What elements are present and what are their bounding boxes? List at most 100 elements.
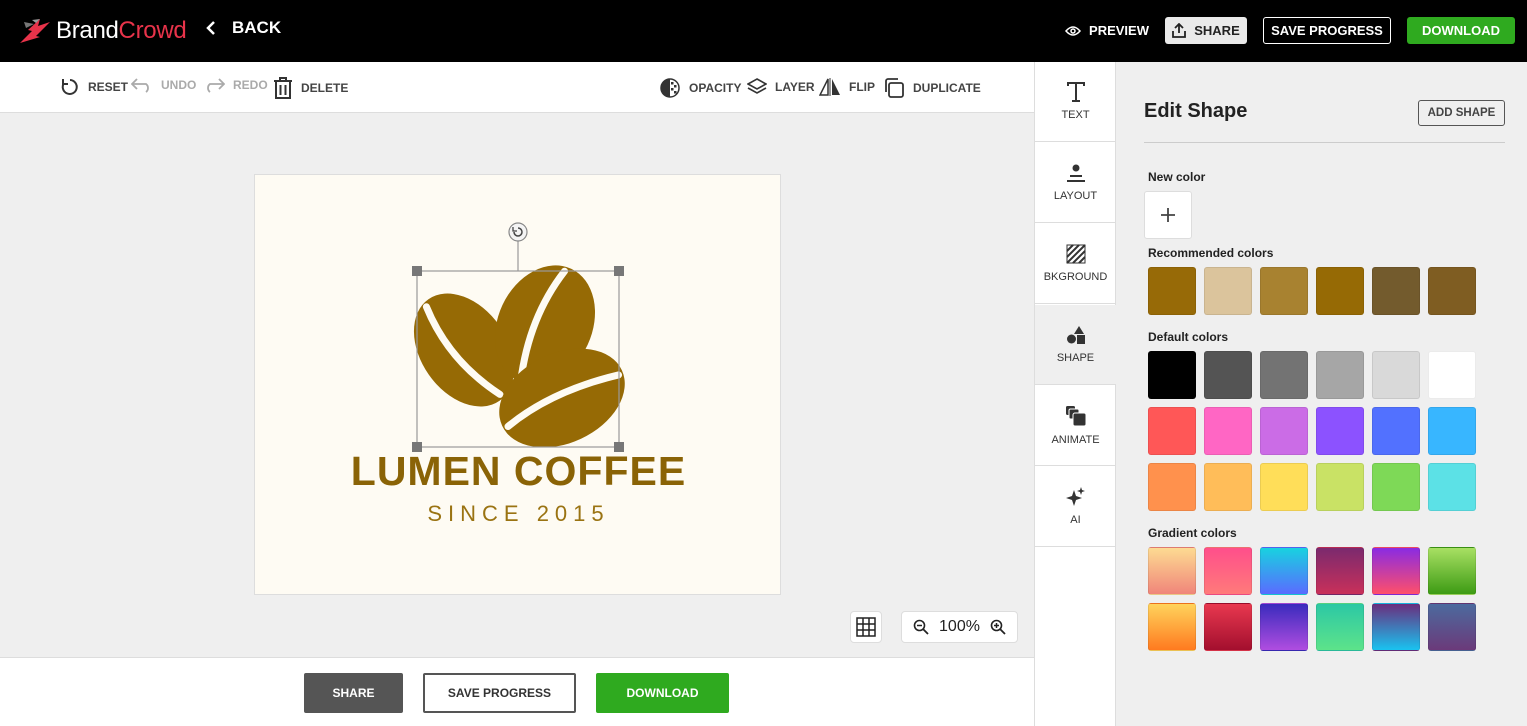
default-color-swatch-6[interactable]	[1428, 351, 1476, 399]
editor-toolbar: RESET UNDO REDO DELETE OPACITY LAYER FLI…	[0, 62, 1034, 113]
flip-label: FLIP	[849, 80, 875, 94]
flip-icon	[819, 78, 840, 96]
download-button-bottom[interactable]: DOWNLOAD	[596, 673, 729, 713]
default-colors-grid	[1148, 351, 1476, 511]
tab-animate[interactable]: ANIMATE	[1035, 386, 1116, 466]
animate-icon	[1065, 406, 1086, 427]
zoom-control: 100%	[901, 611, 1018, 643]
plus-icon	[1161, 208, 1175, 222]
tab-text-label: TEXT	[1061, 109, 1090, 121]
gradient-color-swatch-3[interactable]	[1260, 547, 1308, 595]
gradient-colors-grid	[1148, 547, 1476, 651]
default-color-swatch-3[interactable]	[1260, 351, 1308, 399]
chevron-left-icon	[206, 21, 215, 35]
save-progress-button-bottom[interactable]: SAVE PROGRESS	[423, 673, 576, 713]
zoom-level: 100%	[939, 618, 980, 635]
recommended-color-swatch-3[interactable]	[1260, 267, 1308, 315]
default-color-swatch-13[interactable]	[1148, 463, 1196, 511]
default-color-swatch-16[interactable]	[1316, 463, 1364, 511]
default-color-swatch-11[interactable]	[1372, 407, 1420, 455]
brandcrowd-logo[interactable]: BrandCrowd	[18, 14, 187, 48]
duplicate-label: DUPLICATE	[913, 81, 981, 95]
default-color-swatch-10[interactable]	[1316, 407, 1364, 455]
gradient-color-swatch-4[interactable]	[1316, 547, 1364, 595]
gradient-color-swatch-12[interactable]	[1428, 603, 1476, 651]
back-button[interactable]: BACK	[206, 18, 281, 38]
share-button-bottom[interactable]: SHARE	[304, 673, 403, 713]
gradient-color-swatch-7[interactable]	[1148, 603, 1196, 651]
gradient-color-swatch-5[interactable]	[1372, 547, 1420, 595]
tab-text[interactable]: TEXT	[1035, 62, 1116, 142]
recommended-color-swatch-5[interactable]	[1372, 267, 1420, 315]
default-color-swatch-18[interactable]	[1428, 463, 1476, 511]
tab-layout-label: LAYOUT	[1053, 190, 1098, 202]
tab-layout[interactable]: LAYOUT	[1035, 143, 1116, 223]
flip-button[interactable]: FLIP	[819, 77, 875, 97]
default-colors-label: Default colors	[1148, 330, 1229, 344]
design-artboard[interactable]: LUMEN COFFEE SINCE 2015	[254, 174, 781, 595]
zoom-out-icon[interactable]	[913, 619, 929, 635]
tab-background[interactable]: BKGROUND	[1035, 224, 1116, 304]
logo-subtitle-text[interactable]: SINCE 2015	[255, 501, 782, 527]
new-color-label: New color	[1148, 170, 1206, 184]
text-icon	[1066, 82, 1085, 102]
gradient-color-swatch-8[interactable]	[1204, 603, 1252, 651]
recommended-color-swatch-6[interactable]	[1428, 267, 1476, 315]
add-shape-button[interactable]: ADD SHAPE	[1418, 100, 1505, 126]
download-button-top[interactable]: DOWNLOAD	[1407, 17, 1515, 44]
default-color-swatch-8[interactable]	[1204, 407, 1252, 455]
gradient-color-swatch-11[interactable]	[1372, 603, 1420, 651]
opacity-button[interactable]: OPACITY	[659, 77, 741, 99]
resize-handle-top-right	[614, 266, 624, 276]
preview-button[interactable]: PREVIEW	[1065, 23, 1149, 38]
gradient-color-swatch-6[interactable]	[1428, 547, 1476, 595]
default-color-swatch-2[interactable]	[1204, 351, 1252, 399]
shape-icon	[1066, 326, 1085, 344]
recommended-colors-label: Recommended colors	[1148, 246, 1274, 260]
redo-button[interactable]: REDO	[203, 77, 268, 93]
zoom-in-icon[interactable]	[990, 619, 1006, 635]
logo-title-text[interactable]: LUMEN COFFEE	[255, 448, 782, 495]
tab-animate-label: ANIMATE	[1051, 434, 1100, 446]
default-color-swatch-12[interactable]	[1428, 407, 1476, 455]
default-color-swatch-5[interactable]	[1372, 351, 1420, 399]
back-label: BACK	[232, 18, 282, 37]
default-color-swatch-14[interactable]	[1204, 463, 1252, 511]
layer-button[interactable]: LAYER	[747, 77, 815, 97]
gradient-color-swatch-9[interactable]	[1260, 603, 1308, 651]
default-color-swatch-15[interactable]	[1260, 463, 1308, 511]
delete-button[interactable]: DELETE	[273, 77, 348, 99]
gradient-color-swatch-10[interactable]	[1316, 603, 1364, 651]
gradient-color-swatch-2[interactable]	[1204, 547, 1252, 595]
recommended-color-swatch-2[interactable]	[1204, 267, 1252, 315]
redo-label: REDO	[233, 78, 268, 92]
share-label-top: SHARE	[1194, 23, 1240, 38]
recommended-color-swatch-4[interactable]	[1316, 267, 1364, 315]
top-bar: BrandCrowd BACK PREVIEW SHARE SAVE PROGR…	[0, 0, 1527, 62]
default-color-swatch-7[interactable]	[1148, 407, 1196, 455]
share-icon	[1172, 23, 1187, 38]
reset-button[interactable]: RESET	[60, 77, 128, 97]
default-color-swatch-1[interactable]	[1148, 351, 1196, 399]
gradient-color-swatch-1[interactable]	[1148, 547, 1196, 595]
new-color-button[interactable]	[1144, 191, 1192, 239]
reset-label: RESET	[88, 80, 129, 94]
default-color-swatch-4[interactable]	[1316, 351, 1364, 399]
default-color-swatch-9[interactable]	[1260, 407, 1308, 455]
duplicate-button[interactable]: DUPLICATE	[883, 77, 981, 99]
background-icon	[1065, 244, 1086, 264]
tab-background-label: BKGROUND	[1043, 271, 1108, 283]
undo-button[interactable]: UNDO	[131, 77, 196, 93]
recommended-color-swatch-1[interactable]	[1148, 267, 1196, 315]
save-progress-button-top[interactable]: SAVE PROGRESS	[1263, 17, 1391, 44]
share-button-top[interactable]: SHARE	[1165, 17, 1247, 44]
tab-ai[interactable]: AI	[1035, 467, 1116, 547]
default-color-swatch-17[interactable]	[1372, 463, 1420, 511]
delete-label: DELETE	[301, 81, 349, 95]
logo-text-crowd: Crowd	[118, 17, 187, 44]
tab-shape[interactable]: SHAPE	[1035, 305, 1116, 385]
opacity-label: OPACITY	[689, 81, 742, 95]
coffee-beans-logo-shape[interactable]	[255, 175, 782, 455]
grid-toggle-button[interactable]	[850, 611, 882, 643]
brandcrowd-logo-icon	[20, 19, 50, 43]
